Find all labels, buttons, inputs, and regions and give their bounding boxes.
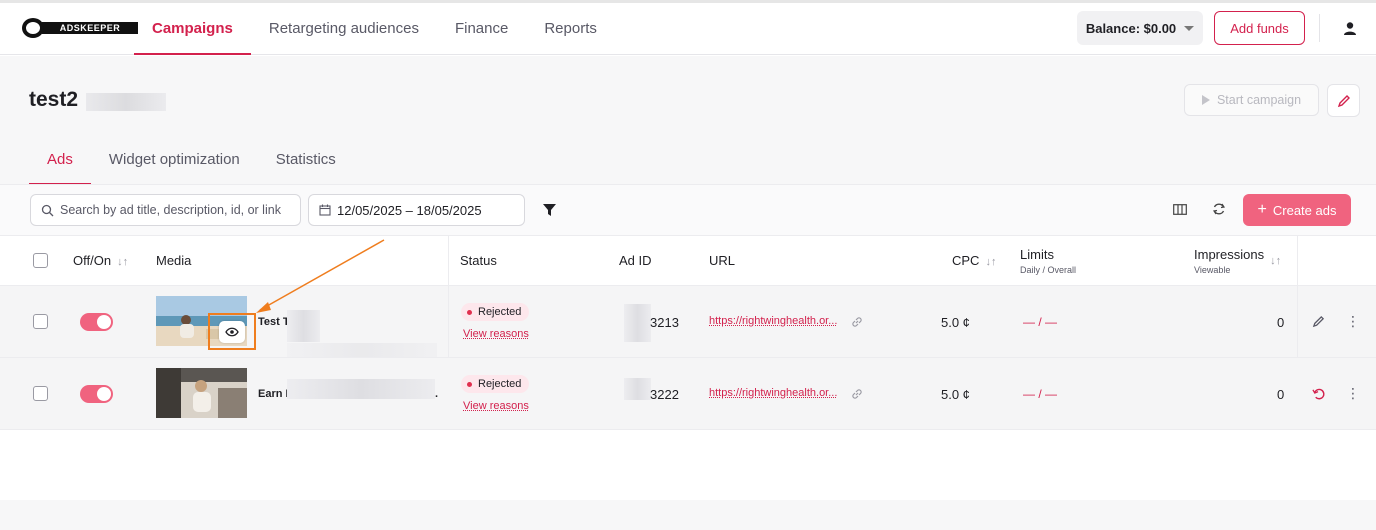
more-options-icon[interactable]: ⋮ [1346,386,1360,400]
limits-value: — / — [1023,387,1058,401]
redacted-ad-id [624,304,651,342]
status-dot [467,381,472,387]
refresh-icon[interactable] [1212,202,1226,216]
row-checkbox[interactable] [33,314,48,329]
header-limits: Limits Daily / Overall [1020,247,1076,275]
undo-icon[interactable] [1312,387,1325,400]
redacted-ad-id [624,378,651,400]
ad-toggle[interactable] [80,313,113,331]
balance-label: Balance: $0.00 [1085,20,1177,36]
cpc-value: 5.0 ¢ [941,387,970,402]
campaign-tabs: Ads Widget optimization Statistics [29,143,354,185]
view-reasons-link[interactable]: View reasons [463,328,529,340]
create-ads-button[interactable]: + Create ads [1243,194,1351,226]
pencil-icon [1337,94,1350,107]
tab-ads[interactable]: Ads [29,143,91,185]
user-icon[interactable] [1341,20,1359,38]
header-limits-sub: Daily / Overall [1020,265,1077,275]
ad-toggle[interactable] [80,385,113,403]
search-box[interactable] [30,194,301,226]
ad-id: 3222 [650,387,679,402]
redacted-campaign-id [86,93,166,111]
status-badge: Rejected [461,375,530,393]
header-impressions-label: Impressions [1194,247,1265,262]
pencil-icon[interactable] [1312,315,1325,328]
plus-icon: + [1257,201,1267,218]
header-limits-label: Limits [1020,247,1054,262]
header-ad-id: Ad ID [619,253,652,268]
edit-campaign-button[interactable] [1327,84,1360,117]
search-icon [41,204,54,216]
add-funds-button[interactable]: Add funds [1214,11,1305,45]
sort-icon: ↓↑ [985,256,997,268]
logo-text: ADSKEEPER [42,22,138,34]
link-icon[interactable] [851,316,863,328]
select-all-checkbox[interactable] [33,253,48,268]
header-cpc[interactable]: CPC ↓↑ [952,253,996,268]
nav-campaigns[interactable]: Campaigns [134,3,251,55]
row-checkbox[interactable] [33,386,48,401]
redacted-ad-title [287,343,437,357]
header-impressions[interactable]: Impressions ↓↑ Viewable [1194,247,1281,275]
header-url: URL [709,253,736,268]
header-offon[interactable]: Off/On ↓↑ [73,253,128,268]
filter-icon[interactable] [543,204,556,216]
start-campaign-button[interactable]: Start campaign [1184,84,1319,116]
nav-finance[interactable]: Finance [437,3,526,55]
chevron-down-icon [1184,25,1195,31]
ad-id: 3213 [650,315,679,330]
status-badge: Rejected [461,303,530,321]
campaign-title: test2 [29,88,79,111]
impressions-value: 0 [1277,387,1285,402]
limits-value: — / — [1023,315,1058,329]
view-reasons-link[interactable]: View reasons [463,400,529,412]
preview-button[interactable] [219,321,245,343]
columns-icon[interactable] [1173,204,1187,215]
date-range-value: 12/05/2025 – 18/05/2025 [337,202,482,218]
sort-icon: ↓↑ [117,256,129,268]
create-ads-label: Create ads [1272,202,1337,218]
nav-reports[interactable]: Reports [526,3,615,55]
ad-thumbnail[interactable] [156,368,247,418]
start-campaign-label: Start campaign [1216,93,1302,107]
impressions-value: 0 [1277,315,1285,330]
header-offon-label: Off/On [73,253,112,268]
header-cpc-label: CPC [952,253,980,268]
sort-icon: ↓↑ [1270,255,1282,267]
header-status: Status [460,253,497,268]
calendar-icon [319,204,331,216]
annotation-arrow [256,239,385,313]
ad-title-tail: . [435,388,439,400]
footer-band [0,500,1376,530]
ad-url-link[interactable]: https://rightwinghealth.or... [709,315,837,327]
eye-icon [225,327,239,337]
key-icon [22,18,44,38]
cpc-value: 5.0 ¢ [941,315,970,330]
search-input[interactable] [60,203,295,217]
more-options-icon[interactable]: ⋮ [1346,314,1360,328]
header-media: Media [156,253,192,268]
ad-title: Test T [258,316,290,328]
adskeeper-logo[interactable]: ADSKEEPER [22,17,138,39]
tab-statistics[interactable]: Statistics [258,143,354,185]
status-label: Rejected [478,378,522,390]
tab-widget-optimization[interactable]: Widget optimization [91,143,258,185]
status-dot [467,309,472,315]
link-icon[interactable] [851,388,863,400]
table-header [0,236,1376,286]
main-nav: Campaigns Retargeting audiences Finance … [134,3,615,55]
play-icon [1201,95,1210,105]
date-range-picker[interactable]: 12/05/2025 – 18/05/2025 [308,194,525,226]
header-impressions-sub: Viewable [1194,265,1231,275]
ad-url-link[interactable]: https://rightwinghealth.or... [709,387,837,399]
balance-dropdown[interactable]: Balance: $0.00 [1077,11,1203,45]
status-label: Rejected [478,306,522,318]
redacted-ad-title [287,379,435,399]
header-divider [1319,14,1320,42]
nav-retargeting-audiences[interactable]: Retargeting audiences [251,3,437,55]
